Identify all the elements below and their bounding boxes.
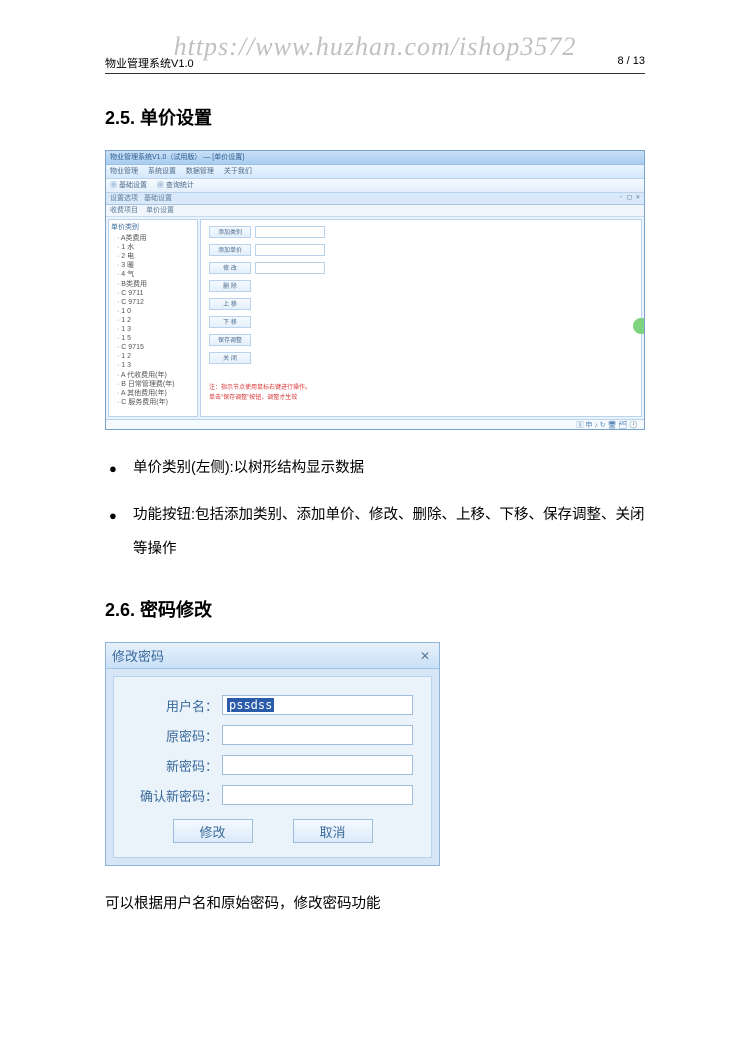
tree-node[interactable]: 1 2	[117, 316, 195, 325]
dialog-title: 修改密码	[112, 646, 164, 665]
menu-bar: 物业管理 系统设置 数据管理 关于我们	[106, 165, 644, 179]
tree-node[interactable]: C 9715	[117, 343, 195, 352]
status-bar: 🅂 申 ♪ ↻ 🖥 🗂 🕐	[106, 419, 644, 429]
tree-node[interactable]: 3 暖	[117, 261, 195, 270]
delete-button[interactable]: 删 除	[209, 280, 251, 292]
tree-node[interactable]: 1 水	[117, 243, 195, 252]
list-item: 单价类别(左侧):以树形结构显示数据	[109, 452, 645, 485]
tree-node[interactable]: B类费用	[117, 280, 195, 289]
username-input[interactable]: pssdss	[222, 695, 413, 715]
tree-title: 单价类别	[111, 223, 195, 232]
menu-item[interactable]: 关于我们	[224, 168, 252, 175]
window-titlebar: 物业管理系统V1.0（试用版） — [单价设置]	[106, 151, 644, 165]
tree-node[interactable]: C 9712	[117, 298, 195, 307]
tree-node[interactable]: 1 0	[117, 307, 195, 316]
sub-tab[interactable]: 单价设置	[146, 207, 174, 214]
add-category-button[interactable]: 添加类别	[209, 226, 251, 238]
tab[interactable]: 基础设置	[144, 193, 172, 203]
feature-list: 单价类别(左侧):以树形结构显示数据 功能按钮:包括添加类别、添加单价、修改、删…	[109, 452, 645, 566]
doc-title: 物业管理系统V1.0	[105, 55, 194, 71]
username-value: pssdss	[227, 698, 274, 712]
cancel-button[interactable]: 取消	[293, 819, 373, 843]
add-price-button[interactable]: 添加单价	[209, 244, 251, 256]
form-note: 注：指示节点使用鼠标右键进行操作。 单击"保存调整"按钮，调整才生效	[209, 384, 633, 403]
side-handle-icon[interactable]	[633, 318, 645, 334]
category-input[interactable]	[255, 226, 325, 238]
tree-node[interactable]: 1 2	[117, 352, 195, 361]
dialog-titlebar: 修改密码 ✕	[106, 643, 439, 669]
username-label: 用户名：	[132, 696, 218, 715]
tree-node[interactable]: 4 气	[117, 270, 195, 279]
menu-item[interactable]: 系统设置	[148, 168, 176, 175]
tree-node[interactable]: 1 5	[117, 334, 195, 343]
tree-node[interactable]: A类费用	[117, 234, 195, 243]
confirm-password-input[interactable]	[222, 785, 413, 805]
tab[interactable]: 设置选项	[110, 193, 138, 203]
close-icon[interactable]: ✕	[417, 648, 433, 664]
page-header: 物业管理系统V1.0 8 / 13	[105, 30, 645, 74]
price-input[interactable]	[255, 244, 325, 256]
tree-node[interactable]: 2 电	[117, 252, 195, 261]
tree-node[interactable]: B 日常管理费(年)	[117, 380, 195, 389]
description-text: 可以根据用户名和原始密码，修改密码功能	[105, 892, 645, 913]
toolbar-button[interactable]: 基础设置	[110, 182, 147, 189]
sub-tab[interactable]: 收费项目	[110, 207, 138, 214]
tree-node[interactable]: 1 3	[117, 325, 195, 334]
save-adjust-button[interactable]: 保存调整	[209, 334, 251, 346]
confirm-password-label: 确认新密码：	[132, 786, 218, 805]
old-password-input[interactable]	[222, 725, 413, 745]
change-password-dialog: 修改密码 ✕ 用户名： pssdss 原密码： 新密码： 确认新密码： 修改 取…	[105, 642, 440, 866]
menu-item[interactable]: 物业管理	[110, 168, 138, 175]
modify-button[interactable]: 修改	[173, 819, 253, 843]
old-password-label: 原密码：	[132, 726, 218, 745]
close-button[interactable]: 关 闭	[209, 352, 251, 364]
modify-input[interactable]	[255, 262, 325, 274]
tree-node[interactable]: A 代收费用(年)	[117, 371, 195, 380]
modify-button[interactable]: 修 改	[209, 262, 251, 274]
move-up-button[interactable]: 上 移	[209, 298, 251, 310]
window-controls[interactable]: - □ ×	[619, 193, 640, 201]
list-item: 功能按钮:包括添加类别、添加单价、修改、删除、上移、下移、保存调整、关闭等操作	[109, 499, 645, 566]
toolbar-button[interactable]: 查询统计	[157, 182, 194, 189]
tree-node[interactable]: A 其他费用(年)	[117, 389, 195, 398]
menu-item[interactable]: 数据管理	[186, 168, 214, 175]
tree-node[interactable]: 1 3	[117, 361, 195, 370]
tree-node[interactable]: C 9711	[117, 289, 195, 298]
tree-node[interactable]: C 服务费用(年)	[117, 398, 195, 407]
new-password-input[interactable]	[222, 755, 413, 775]
category-tree[interactable]: 单价类别 A类费用 1 水 2 电 3 暖 4 气 B类费用 C 9711 C …	[108, 219, 198, 417]
sub-tab-bar: 收费项目 单价设置	[106, 205, 644, 217]
tab-bar: 设置选项 基础设置 - □ ×	[106, 193, 644, 205]
page-number: 8 / 13	[617, 55, 645, 71]
toolbar: 基础设置 查询统计	[106, 179, 644, 193]
section-26-title: 2.6. 密码修改	[105, 596, 645, 622]
price-settings-window: 物业管理系统V1.0（试用版） — [单价设置] 物业管理 系统设置 数据管理 …	[105, 150, 645, 430]
form-panel: 添加类别 添加单价 修 改 删 除 上 移 下 移 保存调整 关 闭 注：指示节…	[200, 219, 642, 417]
section-25-title: 2.5. 单价设置	[105, 104, 645, 130]
new-password-label: 新密码：	[132, 756, 218, 775]
move-down-button[interactable]: 下 移	[209, 316, 251, 328]
